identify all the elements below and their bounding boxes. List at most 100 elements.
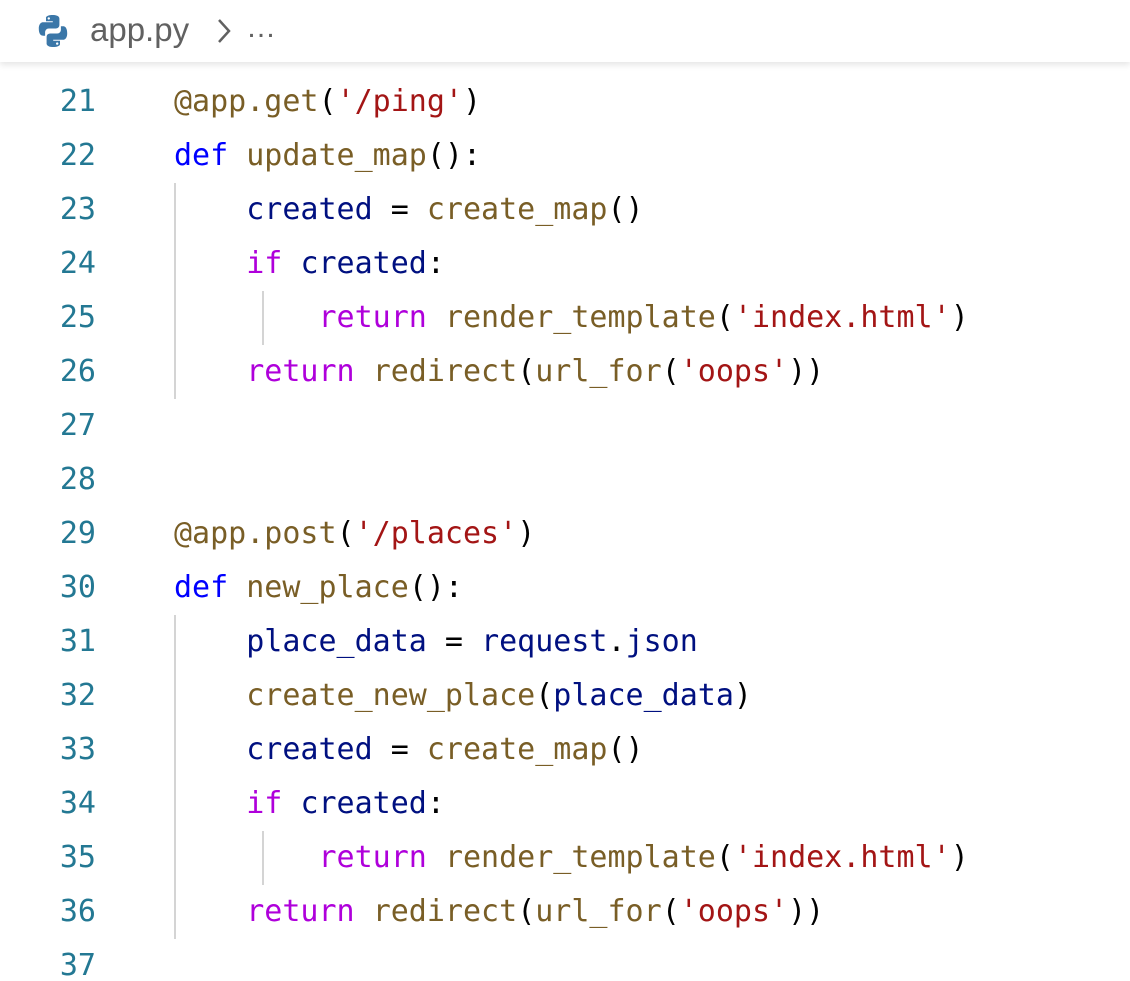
code-editor[interactable]: 21 @app.get('/ping') 22 def update_map(): 23… (0, 75, 1130, 981)
python-icon (35, 13, 71, 49)
code-token: = (372, 732, 427, 767)
code-token: create_new_place (246, 678, 536, 713)
code-text[interactable]: if created: (174, 777, 445, 831)
code-line[interactable]: 31 place_data = request.json (0, 615, 1130, 669)
line-number: 34 (59, 786, 96, 821)
code-token: (): (408, 570, 463, 605)
code-token: ( (517, 354, 536, 389)
code-text[interactable]: place_data = request.json (174, 615, 698, 669)
code-token: ) (733, 678, 752, 713)
line-number: 35 (59, 840, 96, 875)
code-token: created (300, 246, 427, 281)
code-token: ( (661, 894, 680, 929)
code-token: render_template (444, 840, 716, 875)
code-token: : (426, 786, 445, 821)
code-token: created (300, 786, 427, 821)
code-line[interactable]: 33 created = create_map() (0, 723, 1130, 777)
code-line[interactable]: 28 (0, 453, 1130, 507)
code-text[interactable]: @app.post('/places') (174, 507, 535, 561)
code-token: redirect (372, 354, 518, 389)
line-number: 24 (59, 246, 96, 281)
code-line[interactable]: 29 @app.post('/places') (0, 507, 1130, 561)
code-line[interactable]: 37 (0, 939, 1130, 981)
code-token: = (372, 192, 427, 227)
code-text[interactable]: created = create_map() (174, 723, 644, 777)
code-token: = (426, 624, 482, 659)
code-text[interactable]: return redirect(url_for('oops')) (174, 345, 824, 399)
code-token: () (607, 192, 644, 227)
code-token: created (246, 732, 373, 767)
code-line[interactable]: 26 return redirect(url_for('oops')) (0, 345, 1130, 399)
code-token: ) (463, 84, 482, 119)
code-token: create_map (426, 732, 608, 767)
code-token: place_data (246, 624, 427, 659)
code-text[interactable]: def update_map(): (174, 129, 481, 183)
code-line[interactable]: 35 return render_template('index.html') (0, 831, 1130, 885)
code-token: url_for (535, 354, 662, 389)
code-line[interactable]: 25 return render_template('index.html') (0, 291, 1130, 345)
line-number: 28 (59, 462, 96, 497)
code-line[interactable]: 24 if created: (0, 237, 1130, 291)
code-token: render_template (444, 300, 716, 335)
code-token: url_for (535, 894, 662, 929)
code-text[interactable]: @app.get('/ping') (174, 75, 481, 129)
line-number: 33 (59, 732, 96, 767)
code-token: ( (336, 516, 355, 551)
code-line[interactable]: 32 create_new_place(place_data) (0, 669, 1130, 723)
code-token: place_data (553, 678, 734, 713)
code-token: created (246, 192, 373, 227)
code-line[interactable]: 34 if created: (0, 777, 1130, 831)
code-text[interactable]: def new_place(): (174, 561, 463, 615)
line-number: 37 (59, 948, 96, 981)
line-number: 26 (59, 354, 96, 389)
breadcrumb-file[interactable]: app.py (90, 10, 189, 50)
code-text[interactable]: return render_template('index.html') (174, 291, 969, 345)
line-number: 32 (59, 678, 96, 713)
code-token: )) (788, 894, 825, 929)
code-token: 'index.html' (733, 300, 951, 335)
code-token: def (174, 570, 229, 605)
line-number: 29 (59, 516, 96, 551)
code-token: : (426, 246, 445, 281)
code-line[interactable]: 22 def update_map(): (0, 129, 1130, 183)
code-token: ( (715, 300, 734, 335)
code-token: (): (426, 138, 482, 173)
code-text[interactable]: created = create_map() (174, 183, 644, 237)
breadcrumb-ellipsis[interactable]: … (246, 8, 276, 48)
code-line[interactable]: 30 def new_place(): (0, 561, 1130, 615)
code-token: new_place (246, 570, 409, 605)
code-token: ( (661, 354, 680, 389)
code-line[interactable]: 21 @app.get('/ping') (0, 75, 1130, 129)
code-token: ( (535, 678, 554, 713)
chevron-right-icon (210, 14, 238, 48)
line-number: 36 (59, 894, 96, 929)
code-text[interactable]: return render_template('index.html') (174, 831, 969, 885)
code-token: ( (517, 894, 536, 929)
code-line[interactable]: 27 (0, 399, 1130, 453)
line-number: 22 (59, 138, 96, 173)
code-token: () (607, 732, 644, 767)
code-token: def (174, 138, 229, 173)
code-line[interactable]: 23 created = create_map() (0, 183, 1130, 237)
code-text[interactable]: if created: (174, 237, 445, 291)
code-token: '/ping' (336, 84, 463, 119)
code-token: @app.post (174, 516, 337, 551)
code-text[interactable]: create_new_place(place_data) (174, 669, 752, 723)
code-text[interactable]: return redirect(url_for('oops')) (174, 885, 824, 939)
code-token: 'oops' (679, 894, 789, 929)
line-number: 25 (59, 300, 96, 335)
code-token: return (318, 300, 427, 335)
code-line[interactable]: 36 return redirect(url_for('oops')) (0, 885, 1130, 939)
code-token: return (246, 894, 355, 929)
